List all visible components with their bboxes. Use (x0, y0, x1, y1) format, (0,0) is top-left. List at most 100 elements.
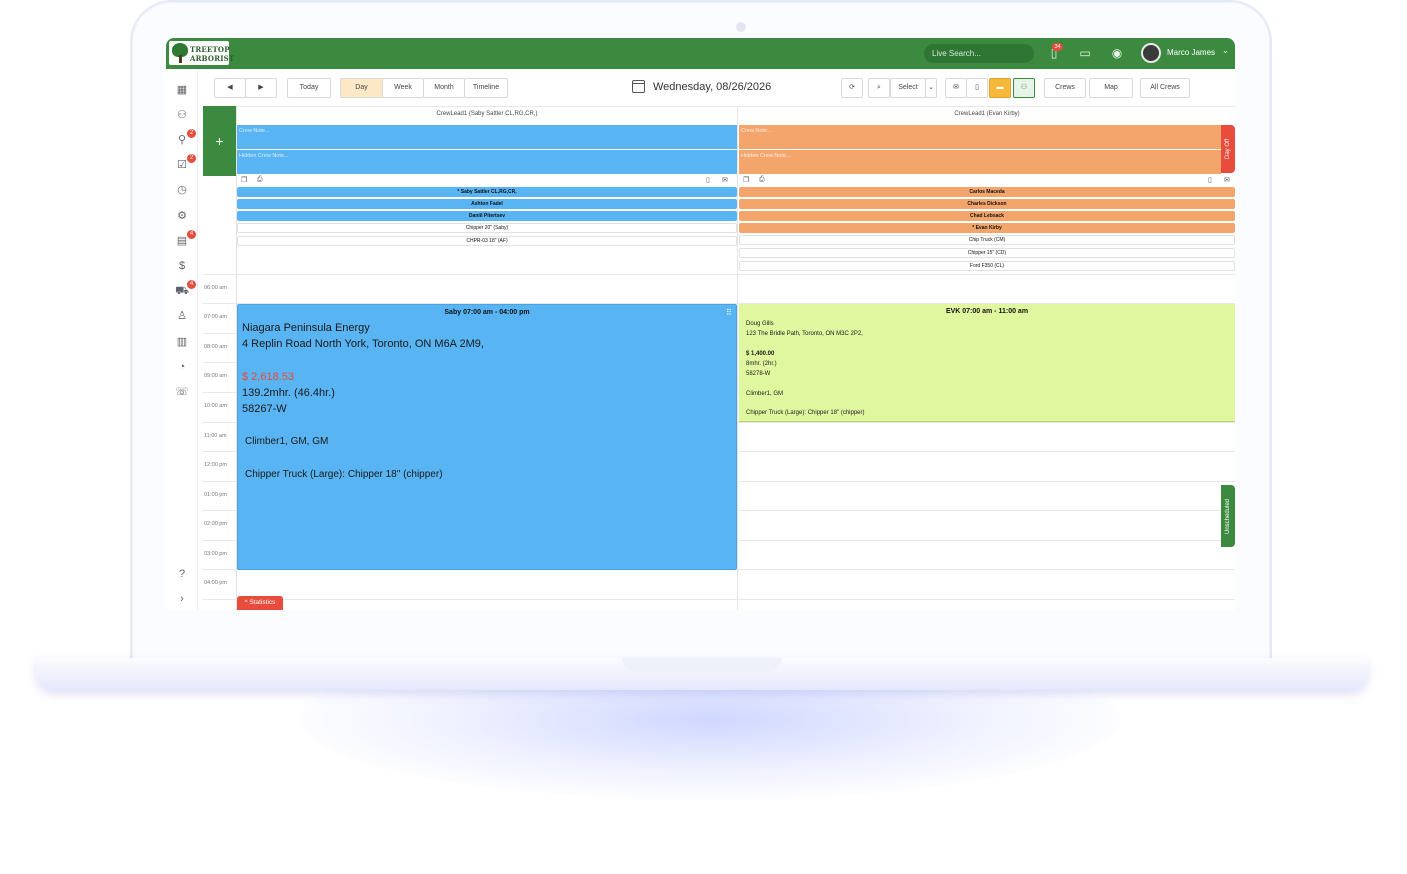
chat-icon[interactable]: ▭ (1077, 45, 1093, 61)
hidden-note-2[interactable]: Hidden Crew Note... (739, 150, 1221, 174)
crew-note-1[interactable]: Crew Note... (237, 125, 737, 149)
crew-note-2[interactable]: Crew Note... (739, 125, 1221, 149)
tasks-badge: 2 (187, 154, 196, 163)
event-crew: Climber1, GM, GM (245, 436, 329, 447)
prev-button[interactable]: ◀ (214, 78, 246, 98)
time-label: 08:00 am (204, 344, 227, 350)
robot-icon[interactable]: ◉ (1109, 45, 1125, 61)
time-label: 01:00 pm (204, 492, 227, 498)
settings-icon[interactable]: ⚙ (174, 208, 190, 224)
messages-button[interactable]: ▬ (989, 78, 1011, 98)
email-icon[interactable]: ✉ (1224, 176, 1230, 186)
view-day-button[interactable]: Day (340, 78, 383, 98)
hour-line (203, 599, 1235, 600)
event-crew: Climber1, GM (746, 391, 784, 397)
print-icon[interactable]: ⎙ (759, 176, 765, 186)
clock-icon[interactable]: ◷ (174, 182, 190, 198)
event-amount: $ 1,400.00 (746, 351, 775, 357)
brand-line2: ARBORIST (190, 54, 235, 63)
today-button[interactable]: Today (287, 78, 331, 98)
event-hours: 8mhr. (2hr.) (746, 361, 777, 367)
crew-member[interactable]: Charles Dickson (739, 199, 1235, 209)
leads-badge: 2 (187, 129, 196, 138)
event-equipment: Chipper Truck (Large): Chipper 18" (chip… (245, 469, 443, 480)
crew-equipment[interactable]: Chipper 15" (CD) (739, 248, 1235, 258)
view-timeline-button[interactable]: Timeline (464, 78, 508, 98)
avatar[interactable] (1141, 43, 1161, 63)
table-icon[interactable]: ▥ (174, 334, 190, 350)
pie-chart-icon[interactable]: ◔ (174, 359, 190, 375)
event-client: Niagara Peninsula Energy (242, 322, 370, 334)
expand-icon[interactable]: › (174, 591, 190, 607)
select-dropdown[interactable]: Select (890, 78, 926, 98)
time-label: 02:00 pm (204, 521, 227, 527)
dollar-icon[interactable]: $ (174, 258, 190, 274)
print-icon[interactable]: ⎙ (257, 176, 263, 186)
crew-member[interactable]: * Evan Kirby (739, 223, 1235, 233)
crew-toggle-button[interactable]: ⚇ (1013, 78, 1035, 98)
hidden-note-1[interactable]: Hidden Crew Note... (237, 150, 737, 174)
statistics-button[interactable]: ^ Statistics (237, 596, 283, 610)
view-month-button[interactable]: Month (423, 78, 465, 98)
search-button[interactable]: ⌕ (868, 78, 890, 98)
crew-member[interactable]: Chad Lebsack (739, 211, 1235, 221)
schedule-badge: 4 (187, 230, 196, 239)
crew-member[interactable]: Daniil Pitertsev (237, 211, 737, 221)
event-amount: $ 2,618.53 (242, 371, 294, 383)
mobile-icon[interactable]: ▯ (1208, 176, 1212, 186)
all-crews-dropdown[interactable]: All Crews (1140, 78, 1190, 98)
add-crew-button[interactable]: + (203, 106, 236, 176)
email-icon[interactable]: ✉ (722, 176, 728, 186)
user-name[interactable]: Marco James (1167, 48, 1215, 57)
copy-icon[interactable]: ❐ (241, 176, 247, 186)
drag-handle-icon[interactable]: ⠿ (726, 308, 732, 317)
top-bar: TREETOP ARBORIST Live Search... ▯ 34 ▭ ◉… (166, 38, 1235, 69)
time-label: 03:00 pm (204, 551, 227, 557)
crew-equipment[interactable]: Ford F350 (CL) (739, 261, 1235, 271)
crew-equipment[interactable]: Chip Truck (CM) (739, 235, 1235, 245)
calendar-icon (632, 80, 645, 93)
copy-icon[interactable]: ❐ (743, 176, 749, 186)
equipment-badge: 4 (187, 280, 196, 289)
job-event-saby[interactable]: Saby 07:00 am - 04:00 pm Niagara Peninsu… (237, 304, 737, 570)
live-search-input[interactable]: Live Search... (924, 44, 1034, 63)
crew-member[interactable]: Carlos Maceda (739, 187, 1235, 197)
person-icon[interactable]: ♙ (174, 308, 190, 324)
next-button[interactable]: ▶ (245, 78, 277, 98)
crew-member[interactable]: Ashton Fadel (237, 199, 737, 209)
crew-equipment[interactable]: Chipper 20" (Saby) (237, 223, 737, 233)
dashboard-icon[interactable]: ▦ (174, 82, 190, 98)
event-job-number: 58278-W (746, 371, 771, 377)
day-off-tab[interactable]: Day Off (1221, 125, 1235, 173)
select-caret-icon[interactable]: ⌄ (925, 78, 937, 98)
crews-dropdown[interactable]: Crews (1044, 78, 1086, 98)
crew-equipment[interactable]: CHPR-03 18" (AF) (237, 236, 737, 246)
event-header: Saby 07:00 am - 04:00 pm (444, 309, 530, 316)
mobile-icon[interactable]: ▯ (706, 176, 710, 186)
unscheduled-tab[interactable]: Unscheduled (1221, 485, 1235, 547)
time-label: 04:00 pm (204, 580, 227, 586)
time-label: 07:00 am (204, 314, 227, 320)
brand-logo[interactable]: TREETOP ARBORIST (169, 41, 234, 65)
column-divider (737, 106, 738, 610)
event-job-number: 58267-W (242, 403, 287, 415)
view-week-button[interactable]: Week (382, 78, 424, 98)
mobile-button[interactable]: ▯ (966, 78, 988, 98)
users-icon[interactable]: ⚇ (174, 107, 190, 123)
day-calendar: + CrewLead1 (Saby Sattler CL,RG,CR,) Cre… (203, 106, 1235, 610)
time-label: 11:00 am (204, 433, 227, 439)
refresh-button[interactable]: ⟳ (841, 78, 863, 98)
email-button[interactable]: ✉ (945, 78, 967, 98)
help-icon[interactable]: ? (174, 566, 190, 582)
chevron-down-icon[interactable]: ⌄ (1222, 46, 1229, 55)
map-button[interactable]: Map (1089, 78, 1133, 98)
job-event-evk[interactable]: EVK 07:00 am - 11:00 am Doug Gills 123 T… (739, 304, 1235, 422)
grid-top-line (203, 106, 1235, 107)
brand-line1: TREETOP (190, 45, 230, 54)
phone-icon[interactable]: ☏ (174, 384, 190, 400)
crew-member[interactable]: * Saby Sattler CL,RG,CR, (237, 187, 737, 197)
sidebar: ▦ ⚇ ⚲ 2 ☑ 2 ◷ ⚙ ▤ 4 $ ⛟ 4 ♙ ▥ ◔ ☏ ? › (166, 69, 198, 610)
event-hours: 139.2mhr. (46.4hr.) (242, 387, 335, 399)
camera-dot (736, 22, 746, 32)
app-screen: TREETOP ARBORIST Live Search... ▯ 34 ▭ ◉… (166, 38, 1235, 610)
